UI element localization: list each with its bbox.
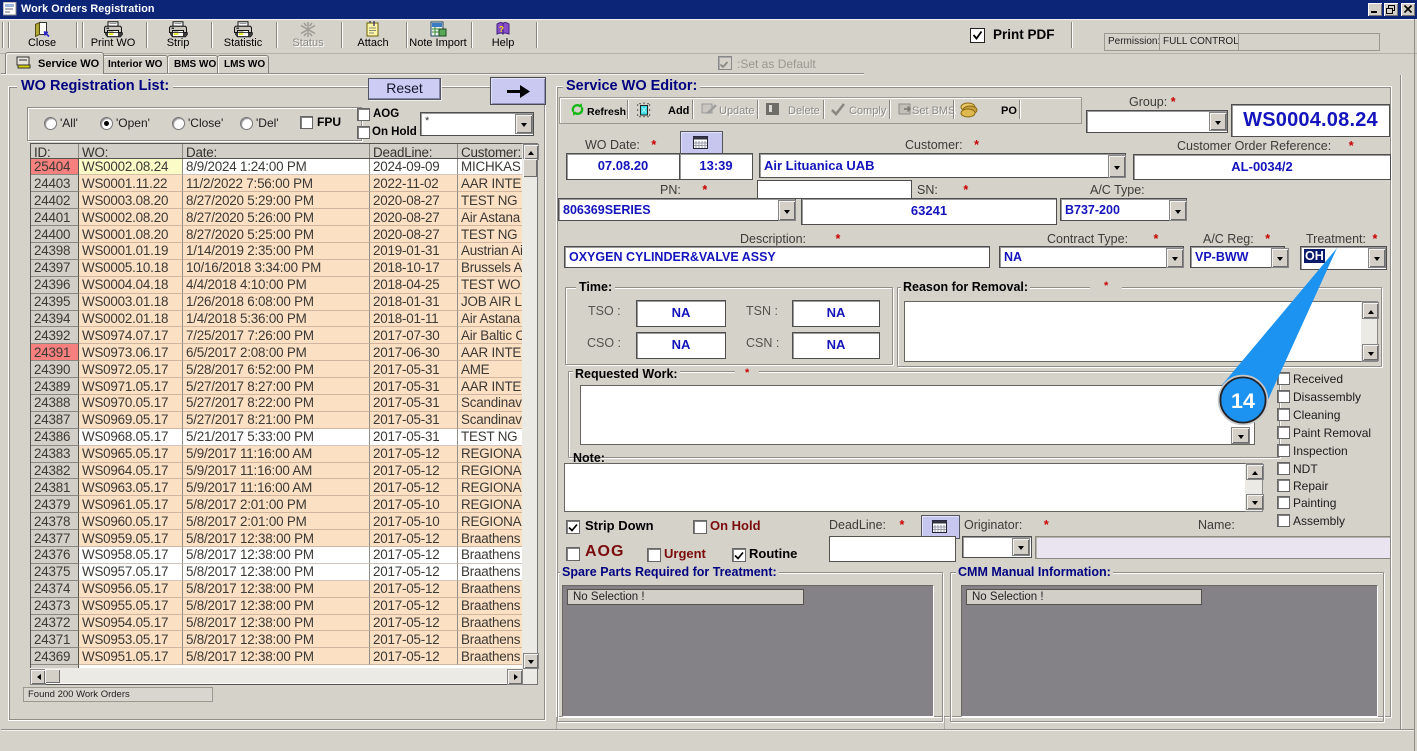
svg-text:?: ? — [499, 25, 504, 34]
